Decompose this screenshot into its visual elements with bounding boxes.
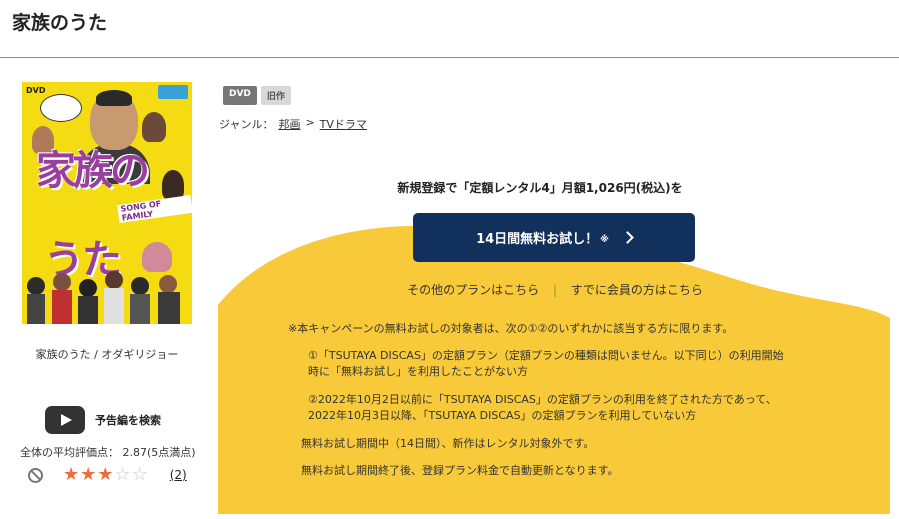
cover-corner-badge [158,85,188,99]
genre-breadcrumb: ジャンル： 邦画 > TVドラマ [219,116,367,132]
cover-actor-face [90,90,138,150]
free-trial-label: 14日間無料お試し！ [476,232,599,247]
note-line: ②2022年10月2日以前に「TSUTAYA DISCAS」の定額プランの利用を… [308,393,777,406]
cover-crowd-art [27,271,180,324]
star-filled-icon: ★ [63,464,80,485]
star-rating: ★ ★ ★ ☆ ☆ [63,466,148,484]
campaign-note-eligibility: ※本キャンペーンの無料お試しの対象者は、次の①②のいずれかに該当する方に限ります… [288,322,734,335]
tag-old-release: 旧作 [260,86,291,105]
page-title: 家族のうた [12,12,108,34]
star-empty-icon: ☆ [131,464,148,485]
genre-separator: > [305,116,315,129]
campaign-note-condition-1: ①「TSUTAYA DISCAS」の定額プラン（定額プランの種類は問いません。以… [308,348,784,380]
star-empty-icon: ☆ [114,464,131,485]
rating-row: ★ ★ ★ ☆ ☆ (2) [28,466,187,484]
video-play-icon [45,406,85,434]
genre-link-japanese-film[interactable]: 邦画 [278,116,300,132]
dvd-cover-image[interactable]: DVD 家族の SONG OF FAMILY うた [22,82,192,324]
review-count-link[interactable]: (2) [170,468,187,482]
genre-link-tv-drama[interactable]: TVドラマ [320,116,367,132]
campaign-note-new-release: 無料お試し期間中（14日間）、新作はレンタル対象外です。 [301,437,595,450]
cover-speech-bubble [40,94,82,122]
cover-figure [142,112,166,142]
chevron-right-icon [621,231,634,244]
campaign-note-auto-renewal: 無料お試し期間終了後、登録プラン料金で自動更新となります。 [301,464,619,477]
star-filled-icon: ★ [97,464,114,485]
plan-links: その他のプランはこちら | すでに会員の方はこちら [300,281,810,298]
free-trial-note-mark: ※ [600,234,609,245]
prohibited-icon[interactable] [28,467,43,483]
star-filled-icon: ★ [80,464,97,485]
promo-headline: 新規登録で「定額レンタル4」月額1,026円(税込)を [397,181,683,195]
average-rating-text: 全体の平均評価点： 2.87(5点満点) [20,446,196,459]
campaign-note-condition-2: ②2022年10月2日以前に「TSUTAYA DISCAS」の定額プランの利用を… [308,392,777,424]
trailer-search-label: 予告編を検索 [95,414,161,427]
title-divider [0,57,899,58]
member-login-link[interactable]: すでに会員の方はこちら [571,283,703,297]
format-tags: DVD 旧作 [223,86,291,105]
tag-dvd: DVD [223,86,257,105]
note-line: ①「TSUTAYA DISCAS」の定額プラン（定額プランの種類は問いません。以… [308,349,784,362]
cover-subtitle-art: SONG OF FAMILY [117,194,192,224]
cover-dvd-label: DVD [26,86,46,95]
other-plans-link[interactable]: その他のプランはこちら [407,283,539,297]
cover-title-art: 家族の [36,148,150,194]
cover-caption: 家族のうた / オダギリジョー [35,348,179,361]
note-line: 時に「無料お試し」を利用したことがない方 [308,365,528,378]
trailer-search-button[interactable]: 予告編を検索 [45,406,161,434]
note-line: 2022年10月3日以降、「TSUTAYA DISCAS」の定額プランを利用して… [308,409,697,422]
link-separator: | [552,283,557,297]
free-trial-button[interactable]: 14日間無料お試し！ ※ [413,213,695,262]
genre-label: ジャンル： [219,118,274,131]
